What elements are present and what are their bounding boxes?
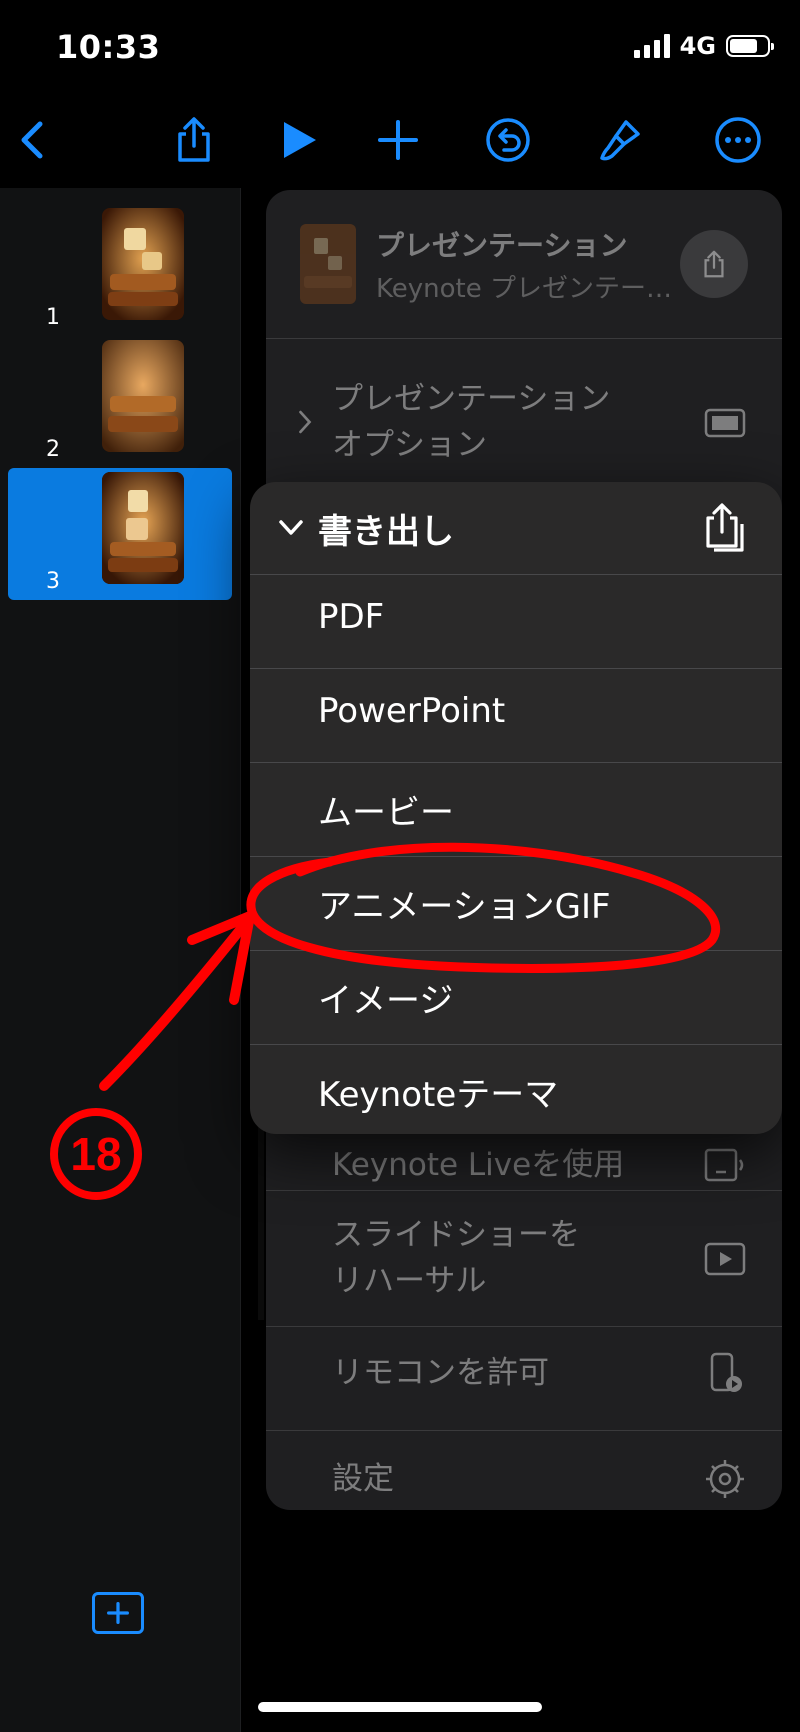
document-thumbnail xyxy=(300,224,356,304)
presentation-options-item[interactable]: プレゼンテーション オプション xyxy=(332,376,610,468)
rehearse-slideshow-item[interactable]: スライドショーを リハーサル xyxy=(332,1212,580,1304)
display-icon xyxy=(704,402,746,444)
slide-thumbnail-1[interactable]: 1 xyxy=(8,204,232,336)
battery-level xyxy=(730,39,757,53)
menu-label-line: オプション xyxy=(332,427,487,463)
chevron-right-icon xyxy=(299,410,312,434)
settings-item[interactable]: 設定 xyxy=(332,1456,394,1502)
undo-icon[interactable] xyxy=(480,112,536,168)
gear-icon xyxy=(704,1458,746,1500)
menu-label-line: プレゼンテーション xyxy=(332,381,611,417)
export-option-keynote-theme[interactable]: Keynoteテーマ xyxy=(250,1044,782,1134)
plus-icon xyxy=(107,1602,129,1624)
divider xyxy=(266,1430,782,1431)
share-icon[interactable] xyxy=(166,112,222,168)
export-option-pdf[interactable]: PDF xyxy=(250,574,782,668)
divider xyxy=(266,1326,782,1327)
keynote-live-item[interactable]: Keynote Liveを使用 xyxy=(332,1142,624,1188)
paintbrush-icon[interactable] xyxy=(592,112,648,168)
document-subtitle: Keynote プレゼンテー… xyxy=(376,274,672,304)
option-label: Keynoteテーマ xyxy=(318,1075,559,1115)
share-icon xyxy=(704,250,724,278)
slide-number: 1 xyxy=(46,305,60,330)
back-chevron-icon[interactable] xyxy=(6,112,62,168)
play-icon[interactable] xyxy=(270,112,326,168)
status-time: 10:33 xyxy=(56,28,161,66)
export-option-animated-gif[interactable]: アニメーションGIF xyxy=(250,856,782,950)
export-icon xyxy=(706,503,744,552)
option-label: PowerPoint xyxy=(318,691,506,731)
play-slideshow-icon xyxy=(704,1238,746,1280)
option-label: アニメーションGIF xyxy=(318,887,611,927)
export-option-powerpoint[interactable]: PowerPoint xyxy=(250,668,782,762)
option-label: イメージ xyxy=(318,981,454,1021)
keynote-live-icon xyxy=(704,1144,746,1186)
slide-image xyxy=(102,208,184,320)
add-slide-button[interactable] xyxy=(92,1592,144,1634)
option-label: ムービー xyxy=(318,793,454,833)
slide-thumbnail-3[interactable]: 3 xyxy=(8,468,232,600)
document-title: プレゼンテーション xyxy=(376,229,628,262)
menu-label-line: リハーサル xyxy=(332,1263,487,1299)
export-title: 書き出し xyxy=(318,512,454,552)
document-header: プレゼンテーション Keynote プレゼンテー… xyxy=(266,190,782,330)
plus-icon[interactable] xyxy=(370,112,426,168)
slide-image xyxy=(102,340,184,452)
allow-remote-item[interactable]: リモコンを許可 xyxy=(332,1350,549,1396)
export-submenu: 書き出し PDF PowerPoint ムービー アニメーションGIF イメージ… xyxy=(250,482,782,1134)
slide-thumbnail-2[interactable]: 2 xyxy=(8,336,232,468)
export-header[interactable]: 書き出し xyxy=(250,482,782,574)
option-label: PDF xyxy=(318,597,385,637)
share-document-button[interactable] xyxy=(680,230,748,298)
more-icon[interactable] xyxy=(710,112,766,168)
remote-icon xyxy=(704,1352,746,1394)
export-option-image[interactable]: イメージ xyxy=(250,950,782,1044)
network-type: 4G xyxy=(679,32,716,60)
divider xyxy=(266,1190,782,1191)
menu-label-line: スライドショーを xyxy=(332,1217,580,1253)
slide-number: 3 xyxy=(46,569,60,594)
slide-number: 2 xyxy=(46,437,60,462)
divider xyxy=(266,338,782,339)
battery-icon xyxy=(726,35,774,57)
export-option-movie[interactable]: ムービー xyxy=(250,762,782,856)
svg-text:18: 18 xyxy=(70,1128,121,1180)
cellular-signal-icon xyxy=(633,34,670,58)
chevron-down-icon xyxy=(279,520,303,535)
home-indicator xyxy=(258,1702,542,1712)
slide-navigator: 1 2 3 xyxy=(0,188,241,1732)
slide-image xyxy=(102,472,184,584)
status-indicators: 4G xyxy=(633,32,774,60)
step-number-badge: 18 xyxy=(50,1108,142,1200)
